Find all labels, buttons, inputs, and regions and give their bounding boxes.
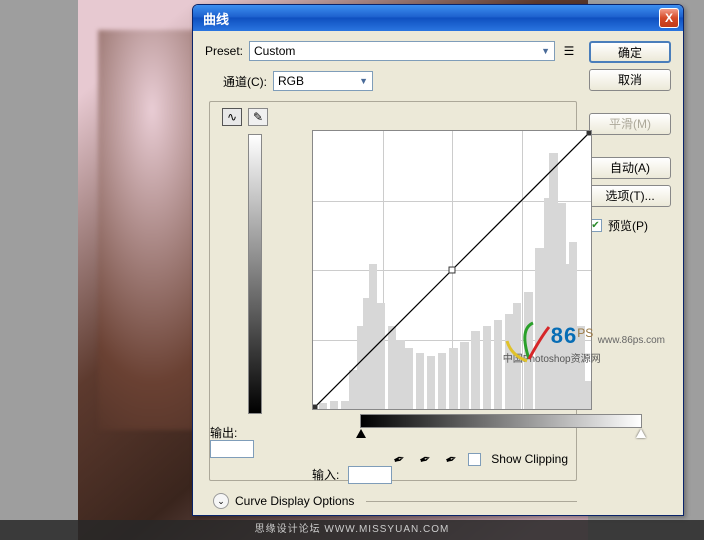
input-field[interactable] <box>348 466 392 484</box>
gray-point-eyedropper-icon[interactable]: ✒ <box>414 447 437 470</box>
curve-fieldset: ∿ ✎ <box>209 101 577 481</box>
cancel-button[interactable]: 取消 <box>589 69 671 91</box>
smooth-button: 平滑(M) <box>589 113 671 135</box>
footer-credit: 思缘设计论坛 WWW.MISSYUAN.COM <box>0 520 704 540</box>
highlight-slider[interactable] <box>636 429 646 438</box>
button-column: 确定 取消 平滑(M) 自动(A) 选项(T)... ✔ 预览(P) <box>589 41 671 505</box>
chevron-down-icon: ▼ <box>359 76 368 86</box>
white-point-eyedropper-icon[interactable]: ✒ <box>440 447 463 470</box>
channel-row: 通道(C): RGB ▼ <box>205 71 577 91</box>
chevron-down-icon: ⌄ <box>217 496 225 507</box>
pencil-curve-tool[interactable]: ✎ <box>248 108 268 126</box>
curve-icon: ∿ <box>227 110 237 124</box>
ok-button[interactable]: 确定 <box>589 41 671 63</box>
dialog-title: 曲线 <box>203 9 659 28</box>
point-curve-tool[interactable]: ∿ <box>222 108 242 126</box>
preset-value: Custom <box>254 44 295 58</box>
channel-label: 通道(C): <box>223 73 267 90</box>
chevron-down-icon: ▼ <box>541 46 550 56</box>
dialog-titlebar[interactable]: 曲线 X <box>193 5 683 31</box>
expand-toggle[interactable]: ⌄ <box>213 493 229 509</box>
shadow-slider[interactable] <box>356 429 366 438</box>
input-gradient[interactable] <box>360 414 642 428</box>
curve-point-highlight[interactable] <box>587 131 591 135</box>
options-button[interactable]: 选项(T)... <box>589 185 671 207</box>
curve-point-shadow[interactable] <box>313 405 317 409</box>
channel-select[interactable]: RGB ▼ <box>273 71 373 91</box>
close-icon: X <box>665 11 673 25</box>
curve-display-options-row: ⌄ Curve Display Options <box>213 493 577 509</box>
curve-point-mid[interactable] <box>449 267 455 273</box>
output-label: 输出: <box>210 424 237 441</box>
auto-button[interactable]: 自动(A) <box>589 157 671 179</box>
preset-row: Preset: Custom ▼ ☰ <box>205 41 577 61</box>
pencil-icon: ✎ <box>253 110 263 124</box>
show-clipping-label: Show Clipping <box>491 452 568 466</box>
main-column: Preset: Custom ▼ ☰ 通道(C): RGB ▼ ∿ ✎ <box>205 41 577 505</box>
divider <box>366 501 577 502</box>
graph-area <box>312 130 594 428</box>
curve-display-options-label: Curve Display Options <box>235 494 354 508</box>
eyedropper-row: ✒ ✒ ✒ Show Clipping <box>390 450 568 468</box>
close-button[interactable]: X <box>659 8 679 28</box>
dialog-content: Preset: Custom ▼ ☰ 通道(C): RGB ▼ ∿ ✎ <box>193 31 683 515</box>
curve-line <box>313 131 591 409</box>
channel-value: RGB <box>278 74 304 88</box>
curves-graph[interactable] <box>312 130 592 410</box>
curves-dialog: 曲线 X Preset: Custom ▼ ☰ 通道(C): RGB ▼ <box>192 4 684 516</box>
preview-row: ✔ 预览(P) <box>589 217 671 234</box>
preview-label: 预览(P) <box>608 217 648 234</box>
show-clipping-checkbox[interactable] <box>468 453 481 466</box>
preset-select[interactable]: Custom ▼ <box>249 41 555 61</box>
curve-tool-row: ∿ ✎ <box>222 108 268 126</box>
output-field[interactable] <box>210 440 254 458</box>
input-label: 输入: <box>312 466 339 483</box>
output-gradient <box>248 134 262 414</box>
preset-menu-icon[interactable]: ☰ <box>561 44 577 58</box>
black-point-eyedropper-icon[interactable]: ✒ <box>388 447 411 470</box>
preset-label: Preset: <box>205 44 243 58</box>
